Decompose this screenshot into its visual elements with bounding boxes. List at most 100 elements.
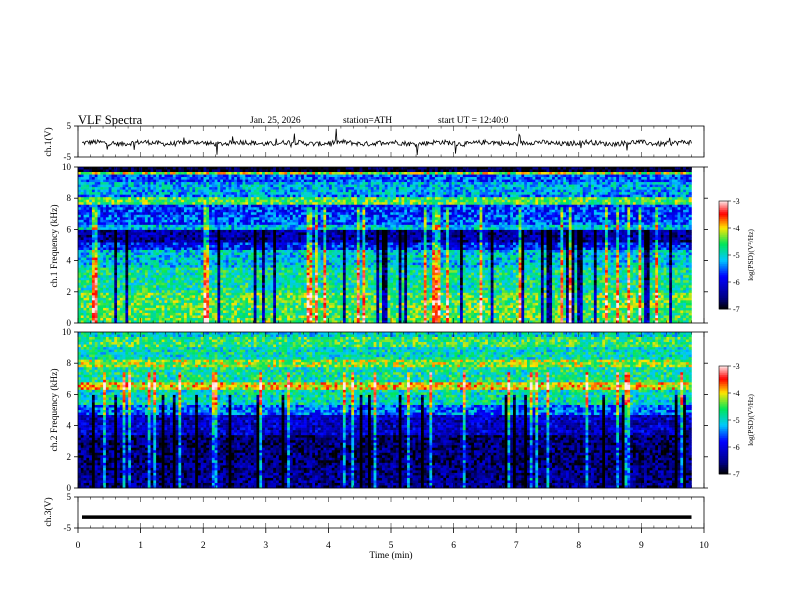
heatmap-cell bbox=[190, 180, 193, 183]
heatmap-cell bbox=[421, 182, 424, 185]
heatmap-cell bbox=[480, 172, 483, 175]
heatmap-cell bbox=[360, 167, 363, 170]
heatmap-cell bbox=[683, 175, 686, 178]
heatmap-cell bbox=[290, 182, 293, 185]
heatmap-cell bbox=[203, 175, 206, 178]
heatmap-cell bbox=[262, 185, 265, 188]
heatmap-cell bbox=[527, 170, 530, 173]
heatmap-cell bbox=[335, 180, 338, 183]
heatmap-cell bbox=[633, 182, 636, 185]
heatmap-cell bbox=[672, 175, 675, 178]
heatmap-cell bbox=[142, 175, 145, 178]
heatmap-cell bbox=[243, 187, 246, 190]
heatmap-cell bbox=[148, 167, 151, 170]
heatmap-cell bbox=[95, 175, 98, 178]
heatmap-cell bbox=[552, 177, 555, 180]
heatmap-cell bbox=[190, 187, 193, 190]
heatmap-cell bbox=[401, 172, 404, 175]
heatmap-cell bbox=[348, 175, 351, 178]
heatmap-cell bbox=[441, 172, 444, 175]
heatmap-cell bbox=[510, 170, 513, 173]
heatmap-cell bbox=[276, 167, 279, 170]
heatmap-cell bbox=[153, 177, 156, 180]
heatmap-cell bbox=[326, 172, 329, 175]
heatmap-cell bbox=[410, 177, 413, 180]
heatmap-cell bbox=[231, 177, 234, 180]
heatmap-cell bbox=[148, 175, 151, 178]
heatmap-cell bbox=[120, 170, 123, 173]
heatmap-cell bbox=[231, 170, 234, 173]
heatmap-cell bbox=[100, 182, 103, 185]
heatmap-cell bbox=[206, 185, 209, 188]
heatmap-cell bbox=[360, 172, 363, 175]
heatmap-cell bbox=[340, 185, 343, 188]
heatmap-cell bbox=[145, 175, 148, 178]
heatmap-cell bbox=[326, 167, 329, 170]
heatmap-cell bbox=[332, 170, 335, 173]
heatmap-cell bbox=[243, 167, 246, 170]
heatmap-cell bbox=[287, 185, 290, 188]
heatmap-cell bbox=[354, 175, 357, 178]
heatmap-cell bbox=[491, 170, 494, 173]
heatmap-cell bbox=[393, 167, 396, 170]
heatmap-cell bbox=[240, 180, 243, 183]
heatmap-cell bbox=[396, 177, 399, 180]
heatmap-cell bbox=[605, 185, 608, 188]
heatmap-cell bbox=[170, 182, 173, 185]
heatmap-cell bbox=[569, 172, 572, 175]
heatmap-cell bbox=[346, 177, 349, 180]
heatmap-cell bbox=[513, 180, 516, 183]
heatmap-cell bbox=[78, 180, 81, 183]
heatmap-cell bbox=[362, 180, 365, 183]
heatmap-cell bbox=[544, 177, 547, 180]
heatmap-cell bbox=[608, 177, 611, 180]
heatmap-cell bbox=[348, 167, 351, 170]
heatmap-cell bbox=[507, 172, 510, 175]
heatmap-cell bbox=[602, 170, 605, 173]
heatmap-cell bbox=[81, 182, 84, 185]
heatmap-cell bbox=[139, 180, 142, 183]
heatmap-cell bbox=[396, 187, 399, 190]
heatmap-cell bbox=[602, 172, 605, 175]
heatmap-cell bbox=[243, 170, 246, 173]
heatmap-cell bbox=[686, 180, 689, 183]
heatmap-cell bbox=[686, 167, 689, 170]
heatmap-cell bbox=[644, 170, 647, 173]
heatmap-cell bbox=[309, 177, 312, 180]
heatmap-cell bbox=[647, 167, 650, 170]
heatmap-cell bbox=[371, 175, 374, 178]
heatmap-cell bbox=[588, 170, 591, 173]
heatmap-cell bbox=[81, 187, 84, 190]
heatmap-cell bbox=[686, 177, 689, 180]
heatmap-cell bbox=[608, 172, 611, 175]
heatmap-cell bbox=[284, 170, 287, 173]
heatmap-cell bbox=[560, 172, 563, 175]
heatmap-cell bbox=[217, 177, 220, 180]
heatmap-cell bbox=[396, 180, 399, 183]
heatmap-cell bbox=[630, 180, 633, 183]
heatmap-cell bbox=[348, 182, 351, 185]
heatmap-cell bbox=[530, 175, 533, 178]
heatmap-cell bbox=[231, 182, 234, 185]
heatmap-cell bbox=[388, 177, 391, 180]
heatmap-cell bbox=[477, 177, 480, 180]
heatmap-cell bbox=[343, 172, 346, 175]
heatmap-cell bbox=[446, 175, 449, 178]
heatmap-cell bbox=[496, 172, 499, 175]
heatmap-cell bbox=[382, 172, 385, 175]
heatmap-cell bbox=[569, 182, 572, 185]
heatmap-cell bbox=[326, 177, 329, 180]
heatmap-cell bbox=[678, 185, 681, 188]
heatmap-cell bbox=[580, 175, 583, 178]
heatmap-cell bbox=[399, 180, 402, 183]
heatmap-cell bbox=[611, 185, 614, 188]
heatmap-cell bbox=[388, 172, 391, 175]
heatmap-cell bbox=[580, 177, 583, 180]
heatmap-cell bbox=[594, 175, 597, 178]
heatmap-cell bbox=[457, 167, 460, 170]
heatmap-cell bbox=[259, 185, 262, 188]
heatmap-cell bbox=[524, 172, 527, 175]
heatmap-cell bbox=[627, 182, 630, 185]
heatmap-cell bbox=[664, 177, 667, 180]
heatmap-cell bbox=[229, 172, 232, 175]
